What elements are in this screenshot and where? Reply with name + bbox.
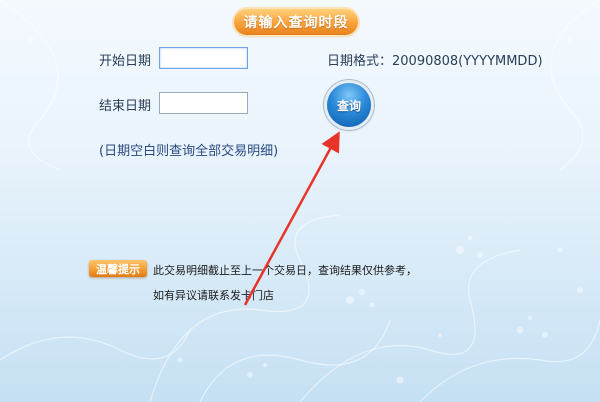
query-button[interactable]: 查询 xyxy=(327,83,371,127)
tip-badge: 温馨提示 xyxy=(89,260,147,277)
query-page: 请输入查询时段 开始日期 日期格式：20090808(YYYYMMDD) 结束日… xyxy=(0,0,600,402)
end-date-input[interactable] xyxy=(159,92,248,114)
tip-line-1: 此交易明细截止至上一个交易日，查询结果仅供参考， xyxy=(153,264,417,277)
blank-date-note: (日期空白则查询全部交易明细) xyxy=(99,144,279,159)
end-date-label: 结束日期 xyxy=(99,99,152,114)
page-title: 请输入查询时段 xyxy=(234,9,358,35)
tip-line-2: 如有异议请联系发卡门店 xyxy=(153,289,274,302)
date-format-hint: 日期格式：20090808(YYYYMMDD) xyxy=(327,54,543,69)
start-date-label: 开始日期 xyxy=(99,54,152,69)
start-date-input[interactable] xyxy=(159,47,248,69)
